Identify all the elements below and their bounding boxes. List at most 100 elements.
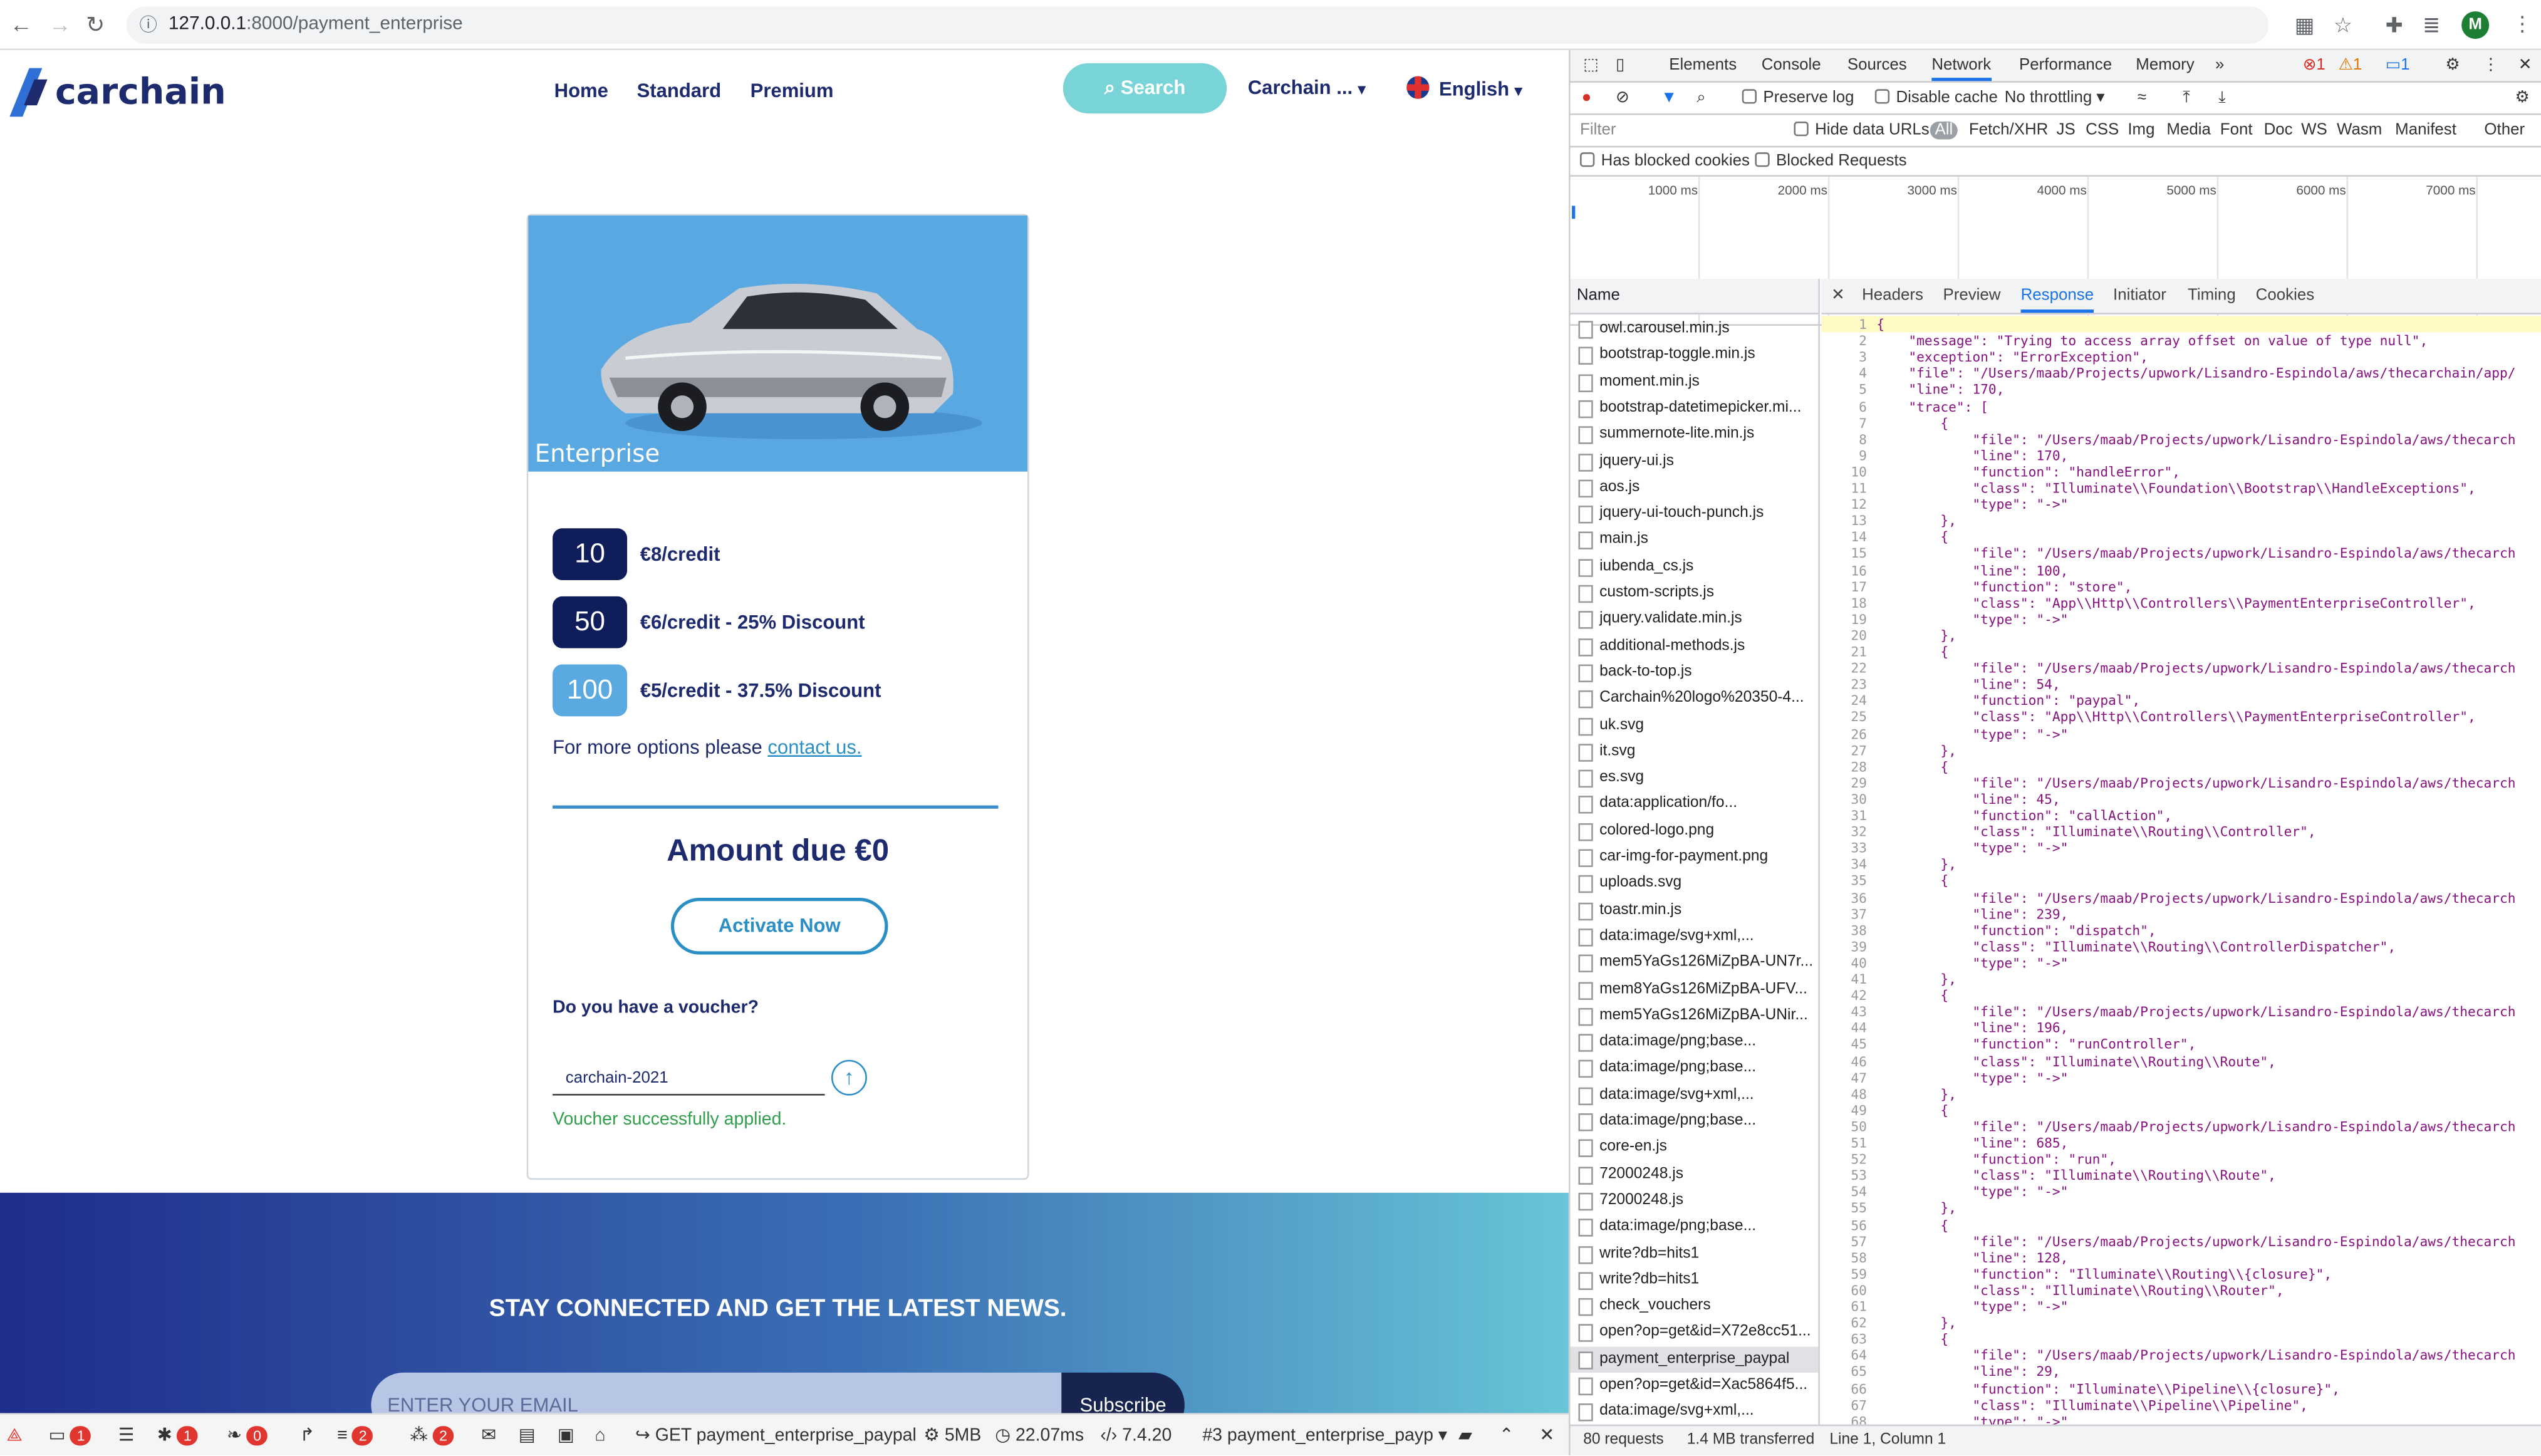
tab-sources[interactable]: Sources (1847, 57, 1907, 75)
clear-icon[interactable]: ⊘ (1616, 89, 1629, 107)
tab-elements[interactable]: Elements (1669, 57, 1737, 75)
request-row[interactable]: back-to-top.js (1571, 660, 1819, 686)
filter-wasm[interactable]: Wasm (2337, 122, 2382, 139)
activate-now-button[interactable]: Activate Now (670, 898, 888, 955)
hide-data-urls-checkbox[interactable]: Hide data URLs (1794, 122, 1930, 139)
filter-icon[interactable]: ▼ (1661, 89, 1677, 107)
disable-cache-checkbox[interactable]: Disable cache (1874, 89, 1998, 107)
debugbar-route-tab[interactable]: ↱ (300, 1425, 315, 1447)
package-50-pill[interactable]: 50 (553, 596, 628, 648)
request-row[interactable]: data:image/svg+xml,... (1571, 1082, 1819, 1108)
request-row[interactable]: data:application/fo... (1571, 791, 1819, 818)
request-row[interactable]: check_vouchers (1571, 1293, 1819, 1319)
request-row[interactable]: uk.svg (1571, 712, 1819, 739)
request-row[interactable]: data:image/png;base... (1571, 1029, 1819, 1056)
filter-img[interactable]: Img (2128, 122, 2154, 139)
nav-standard[interactable]: Standard (637, 80, 722, 102)
debugbar-views-tab[interactable]: ❧ 0 (227, 1425, 268, 1447)
network-conditions-icon[interactable]: ≈ (2138, 89, 2146, 107)
request-row[interactable]: data:image/png;base... (1571, 1214, 1819, 1240)
filter-fetch-xhr[interactable]: Fetch/XHR (1969, 122, 2049, 139)
request-row[interactable]: payment_enterprise_paypal (1570, 1346, 1819, 1373)
reading-list-icon[interactable]: ≣ (2423, 14, 2440, 37)
request-row[interactable]: uploads.svg (1571, 871, 1819, 897)
request-row[interactable]: toastr.min.js (1571, 897, 1819, 923)
request-row[interactable]: data:image/png;base... (1571, 1108, 1819, 1135)
record-icon[interactable]: ● (1582, 89, 1592, 107)
message-counter[interactable]: ▭1 (2386, 57, 2410, 75)
request-row[interactable]: summernote-lite.min.js (1571, 422, 1819, 448)
package-10-pill[interactable]: 10 (553, 528, 628, 581)
debugbar-request-summary[interactable]: ↪ GET payment_enterprise_paypal (635, 1425, 917, 1447)
voucher-input[interactable]: carchain-2021 (553, 1063, 825, 1096)
settings-gear-icon[interactable]: ⚙ (2445, 57, 2460, 75)
filter-js[interactable]: JS (2057, 122, 2076, 139)
request-row[interactable]: data:image/svg+xml,... (1571, 923, 1819, 950)
contact-link[interactable]: contact us. (767, 736, 861, 758)
filter-manifest[interactable]: Manifest (2395, 122, 2456, 139)
request-row[interactable]: bootstrap-toggle.min.js (1571, 343, 1819, 369)
tab-timing[interactable]: Timing (2188, 287, 2236, 304)
warning-counter[interactable]: ⚠1 (2339, 57, 2362, 75)
inspect-icon[interactable]: ⬚ (1583, 57, 1598, 75)
tab-initiator[interactable]: Initiator (2113, 287, 2166, 304)
profile-avatar[interactable]: M (2461, 11, 2490, 39)
request-row[interactable]: jquery-ui.js (1571, 448, 1819, 474)
tab-performance[interactable]: Performance (2019, 57, 2112, 75)
debugbar-messages-tab[interactable]: ▭ 1 (49, 1425, 91, 1447)
devtools-menu-icon[interactable]: ⋮ (2483, 57, 2499, 75)
request-row[interactable]: Carchain%20logo%20350-4... (1571, 686, 1819, 712)
forward-icon[interactable]: → (49, 11, 71, 37)
export-har-icon[interactable]: ⤓ (2218, 89, 2225, 107)
request-row[interactable]: colored-logo.png (1571, 818, 1819, 844)
voucher-submit-button[interactable]: ↑ (831, 1059, 867, 1096)
tab-cookies[interactable]: Cookies (2256, 287, 2314, 304)
close-icon[interactable]: ✕ (1831, 287, 1845, 304)
device-toggle-icon[interactable]: ▯ (1616, 57, 1624, 75)
request-row[interactable]: main.js (1571, 528, 1819, 554)
request-row[interactable]: mem8YaGs126MiZpBA-UFV... (1571, 976, 1819, 1002)
tab-network[interactable]: Network (1931, 57, 1992, 81)
extensions-icon[interactable]: ✚ (2386, 14, 2403, 37)
debugbar-timeline-tab[interactable]: ☰ (118, 1425, 135, 1447)
nav-premium[interactable]: Premium (751, 80, 834, 102)
request-row[interactable]: write?db=hits1 (1571, 1240, 1819, 1267)
filter-input[interactable]: Filter (1580, 122, 1616, 139)
filter-all[interactable]: All (1930, 122, 1958, 140)
debugbar-exceptions-tab[interactable]: ✱ 1 (157, 1425, 199, 1447)
error-counter[interactable]: ⊗1 (2303, 57, 2325, 75)
bookmark-star-icon[interactable]: ☆ (2334, 14, 2352, 37)
request-row[interactable]: aos.js (1571, 474, 1819, 501)
request-row[interactable]: 72000248.js (1571, 1188, 1819, 1214)
qr-icon[interactable]: ▦ (2295, 14, 2315, 37)
has-blocked-cookies-checkbox[interactable]: Has blocked cookies (1580, 152, 1750, 170)
filter-font[interactable]: Font (2220, 122, 2253, 139)
more-tabs-icon[interactable]: » (2215, 57, 2224, 75)
request-row[interactable]: jquery.validate.min.js (1571, 606, 1819, 633)
request-row[interactable]: data:image/svg+xml,... (1571, 1399, 1819, 1425)
request-row[interactable]: write?db=hits1 (1571, 1267, 1819, 1293)
name-column-header[interactable]: Name (1570, 278, 1819, 315)
debugbar-gate-tab[interactable]: ▤ (519, 1425, 536, 1447)
request-row[interactable]: bootstrap-datetimepicker.mi... (1571, 395, 1819, 422)
request-row[interactable]: additional-methods.js (1571, 633, 1819, 659)
menu-dots-icon[interactable]: ⋮ (2512, 12, 2533, 36)
package-100-pill[interactable]: 100 (553, 664, 628, 717)
tab-headers[interactable]: Headers (1862, 287, 1923, 304)
info-icon[interactable]: ⓘ (139, 14, 157, 37)
filter-css[interactable]: CSS (2086, 122, 2119, 139)
devtools-close-icon[interactable]: ✕ (2518, 57, 2532, 75)
address-bar[interactable]: ⓘ 127.0.0.1:8000/payment_enterprise (126, 6, 2269, 44)
search-icon[interactable]: ⌕ (1697, 89, 1706, 107)
preserve-log-checkbox[interactable]: Preserve log (1742, 89, 1854, 107)
tab-memory[interactable]: Memory (2136, 57, 2194, 75)
nav-home[interactable]: Home (554, 80, 608, 102)
reload-icon[interactable]: ↻ (86, 11, 105, 37)
filter-doc[interactable]: Doc (2264, 122, 2293, 139)
request-row[interactable]: 72000248.js (1571, 1162, 1819, 1188)
collapse-icon[interactable]: ⌃ (1499, 1425, 1514, 1447)
debugbar-request-tab[interactable]: ⌂ (595, 1425, 605, 1447)
debugbar-queries-tab[interactable]: ≡ 2 (337, 1425, 374, 1447)
import-har-icon[interactable]: ⤒ (2183, 89, 2190, 107)
close-icon[interactable]: ✕ (1539, 1425, 1554, 1447)
